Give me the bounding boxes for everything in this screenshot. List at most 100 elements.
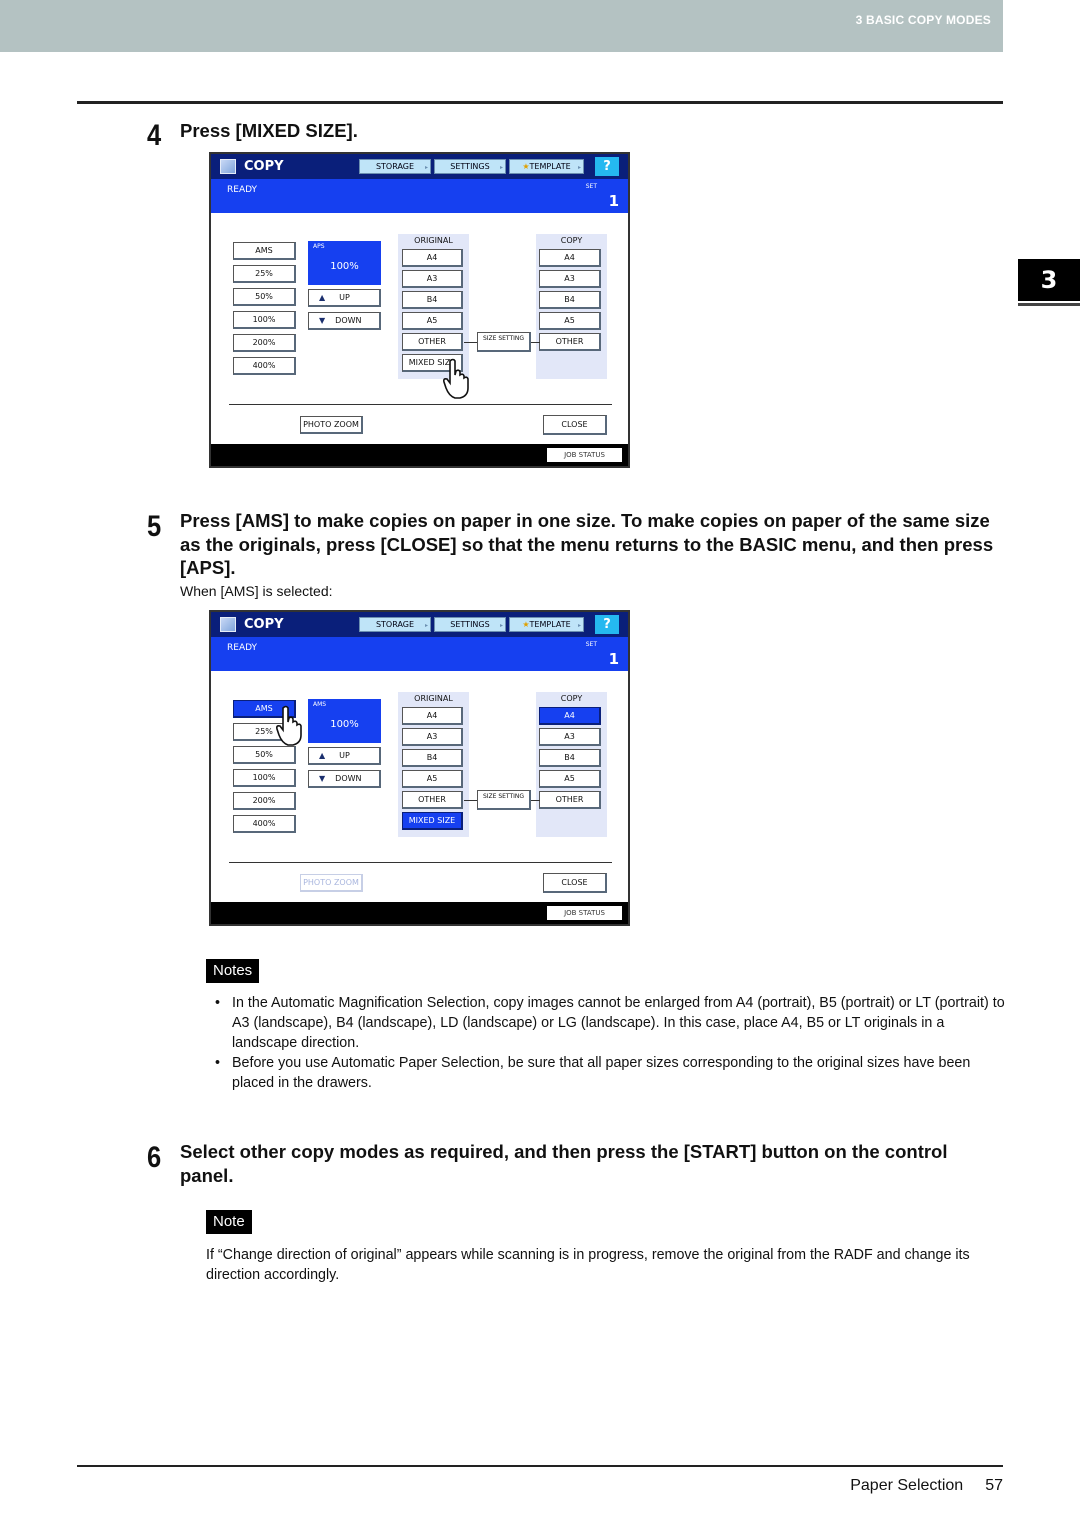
ratio-button-100pct[interactable]: 100% — [233, 769, 296, 787]
top-rule — [77, 101, 1003, 104]
copy-size-other[interactable]: OTHER — [539, 791, 601, 809]
help-button[interactable]: ? — [595, 157, 619, 176]
copy-size-a4[interactable]: A4 — [539, 707, 601, 725]
star-icon: ★ — [522, 162, 530, 171]
notes-label: Notes — [206, 959, 260, 983]
up-label: UP — [339, 293, 350, 302]
zoom-down-button[interactable]: ▼ DOWN — [308, 770, 381, 788]
ratio-button-200pct[interactable]: 200% — [233, 334, 296, 352]
original-size-other[interactable]: OTHER — [402, 333, 463, 351]
zoom-display: AMS 100% — [308, 699, 381, 743]
close-button[interactable]: CLOSE — [543, 415, 607, 435]
ratio-button-50pct[interactable]: 50% — [233, 288, 296, 306]
set-label: SET — [585, 183, 597, 190]
note-label: Note — [206, 1210, 252, 1234]
storage-button[interactable]: STORAGE — [359, 617, 431, 632]
photo-zoom-button[interactable]: PHOTO ZOOM — [300, 874, 363, 892]
zoom-mode-label: APS — [313, 243, 325, 250]
step-text: Press [AMS] to make copies on paper in o… — [180, 510, 994, 578]
help-button[interactable]: ? — [595, 615, 619, 634]
size-setting-button[interactable]: SIZE SETTING — [477, 790, 531, 810]
settings-label: SETTINGS — [450, 620, 490, 629]
storage-button[interactable]: STORAGE — [359, 159, 431, 174]
chapter-header-band: 3 BASIC COPY MODES — [0, 0, 1003, 52]
status-text: READY — [227, 643, 258, 653]
settings-button[interactable]: SETTINGS — [434, 617, 506, 632]
zoom-value: 100% — [330, 719, 359, 730]
pointing-hand-icon — [274, 705, 306, 747]
copy-size-panel: COPY A4 A3 B4 A5 OTHER — [536, 234, 607, 379]
note-item: Before you use Automatic Paper Selection… — [215, 1053, 1005, 1093]
step-caption: When [AMS] is selected: — [180, 583, 333, 599]
original-size-a4[interactable]: A4 — [402, 707, 463, 725]
original-size-a5[interactable]: A5 — [402, 770, 463, 788]
copy-size-a3[interactable]: A3 — [539, 270, 601, 288]
copy-size-b4[interactable]: B4 — [539, 291, 601, 309]
screen-bottom-bar: JOB STATUS — [211, 444, 628, 466]
job-status-button[interactable]: JOB STATUS — [547, 906, 622, 920]
ratio-button-200pct[interactable]: 200% — [233, 792, 296, 810]
screen-bottom-bar: JOB STATUS — [211, 902, 628, 924]
step-text: Press [MIXED SIZE]. — [180, 120, 358, 141]
up-label: UP — [339, 751, 350, 760]
copy-size-a3[interactable]: A3 — [539, 728, 601, 746]
ratio-button-400pct[interactable]: 400% — [233, 357, 296, 375]
connector-line — [464, 800, 478, 801]
screen-title-bar: COPY STORAGE SETTINGS ★TEMPLATE? — [211, 612, 628, 637]
page-footer: Paper Selection 57 — [850, 1477, 1003, 1495]
ratio-button-ams[interactable]: AMS — [233, 242, 296, 260]
copy-size-a4[interactable]: A4 — [539, 249, 601, 267]
status-bar: READY SET 1 — [211, 179, 628, 213]
step-number: 6 — [147, 1141, 162, 1174]
original-size-a3[interactable]: A3 — [402, 270, 463, 288]
original-title: ORIGINAL — [414, 236, 453, 245]
connector-line — [530, 800, 540, 801]
zoom-up-button[interactable]: ▲ UP — [308, 747, 381, 765]
close-button[interactable]: CLOSE — [543, 873, 607, 893]
set-count: 1 — [608, 192, 619, 210]
settings-label: SETTINGS — [450, 162, 490, 171]
bottom-rule — [77, 1465, 1003, 1467]
connector-line — [464, 342, 478, 343]
pointing-hand-icon — [441, 358, 473, 400]
set-count: 1 — [608, 650, 619, 668]
settings-button[interactable]: SETTINGS — [434, 159, 506, 174]
copy-icon — [220, 159, 236, 174]
original-size-a5[interactable]: A5 — [402, 312, 463, 330]
job-status-button[interactable]: JOB STATUS — [547, 448, 622, 462]
copy-size-panel: COPY A4 A3 B4 A5 OTHER — [536, 692, 607, 837]
screen-title-bar: COPY STORAGE SETTINGS ★TEMPLATE? — [211, 154, 628, 179]
notes-list: In the Automatic Magnification Selection… — [215, 993, 1005, 1093]
triangle-up-icon: ▲ — [319, 293, 326, 302]
ratio-button-50pct[interactable]: 50% — [233, 746, 296, 764]
copy-size-a5[interactable]: A5 — [539, 770, 601, 788]
original-title: ORIGINAL — [414, 694, 453, 703]
original-size-a3[interactable]: A3 — [402, 728, 463, 746]
step-number: 5 — [147, 510, 162, 543]
chapter-tab[interactable]: 3 — [1018, 259, 1080, 301]
zoom-down-button[interactable]: ▼ DOWN — [308, 312, 381, 330]
ratio-button-25pct[interactable]: 25% — [233, 265, 296, 283]
original-size-mixed-size[interactable]: MIXED SIZE — [402, 812, 463, 830]
storage-label: STORAGE — [375, 162, 415, 171]
zoom-up-button[interactable]: ▲ UP — [308, 289, 381, 307]
status-bar: READY SET 1 — [211, 637, 628, 671]
original-size-panel: ORIGINAL A4 A3 B4 A5 OTHER MIXED SIZE — [398, 692, 469, 837]
original-size-b4[interactable]: B4 — [402, 749, 463, 767]
ratio-button-100pct[interactable]: 100% — [233, 311, 296, 329]
size-setting-button[interactable]: SIZE SETTING — [477, 332, 531, 352]
copy-size-a5[interactable]: A5 — [539, 312, 601, 330]
template-button[interactable]: ★TEMPLATE — [509, 617, 584, 632]
photo-zoom-button[interactable]: PHOTO ZOOM — [300, 416, 363, 434]
connector-line — [530, 342, 540, 343]
original-size-a4[interactable]: A4 — [402, 249, 463, 267]
original-size-other[interactable]: OTHER — [402, 791, 463, 809]
ratio-button-400pct[interactable]: 400% — [233, 815, 296, 833]
note-text: If “Change direction of original” appear… — [206, 1247, 970, 1283]
copy-size-other[interactable]: OTHER — [539, 333, 601, 351]
copy-size-b4[interactable]: B4 — [539, 749, 601, 767]
down-label: DOWN — [335, 316, 362, 325]
template-button[interactable]: ★TEMPLATE — [509, 159, 584, 174]
original-size-b4[interactable]: B4 — [402, 291, 463, 309]
down-label: DOWN — [335, 774, 362, 783]
